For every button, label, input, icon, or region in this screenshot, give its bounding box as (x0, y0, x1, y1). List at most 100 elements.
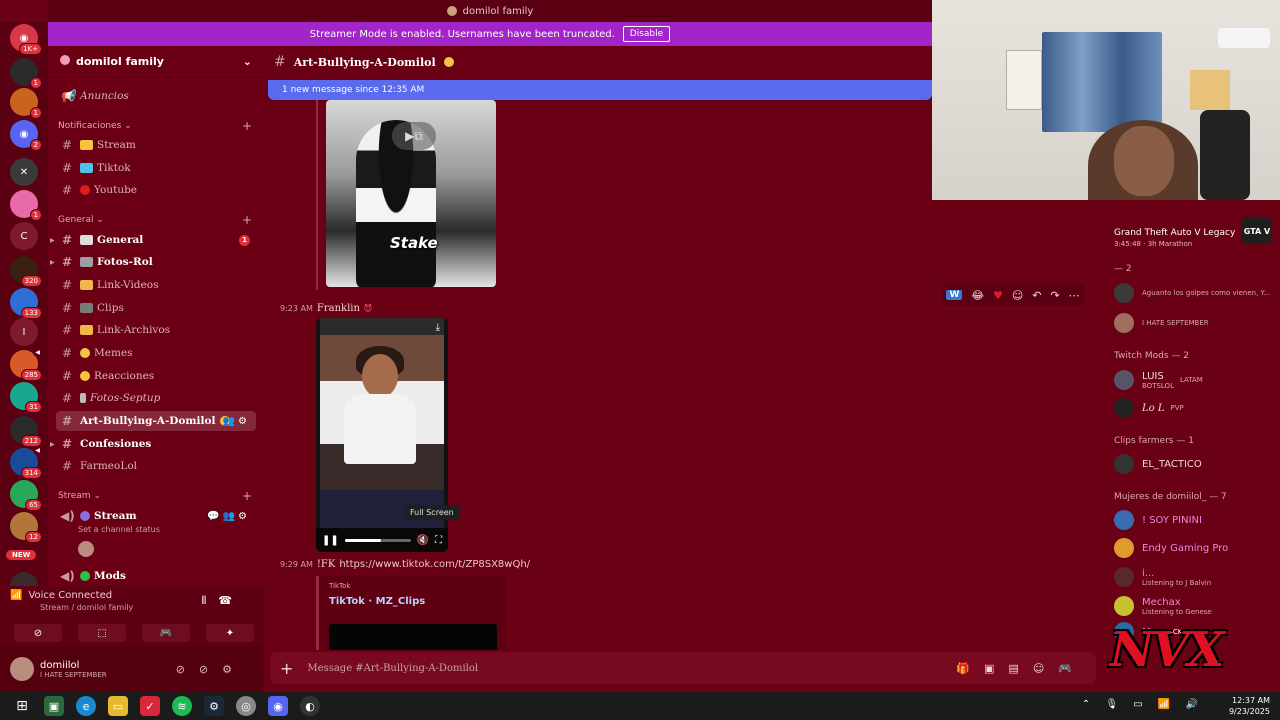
message-author[interactable]: !FK (317, 559, 335, 570)
mute-icon[interactable]: ⊘ (176, 663, 199, 676)
channel-tools[interactable]: 👥⚙ (223, 416, 250, 427)
server-icon[interactable]: 12 (10, 512, 42, 543)
settings-gear-icon[interactable]: ⚙ (222, 663, 246, 676)
channel-status-hint[interactable]: Set a channel status (78, 525, 160, 534)
screen-share-button[interactable]: ⬚ (78, 624, 126, 642)
word-icon[interactable]: W (946, 290, 963, 300)
channel-confesiones[interactable]: ▶ # Confesiones (50, 434, 256, 454)
discord-icon[interactable]: ◉ 2 (10, 120, 42, 151)
channel-anuncios[interactable]: 📢 Anuncios (56, 86, 256, 106)
embed-title[interactable]: TikTok · MZ_Clips (329, 596, 496, 607)
play-icon[interactable]: ▶⧉ (392, 122, 436, 150)
spotify-icon[interactable]: ≋ (172, 696, 192, 716)
channel-clips[interactable]: # Clips (56, 298, 256, 318)
channel-link-archivos[interactable]: # Link-Archivos (56, 320, 256, 340)
category-stream[interactable]: Stream ⌄ + (58, 489, 252, 503)
category-notificaciones[interactable]: Notificaciones ⌄ + (58, 119, 252, 133)
windows-start-icon[interactable]: ⊞ (12, 696, 32, 716)
member-item[interactable]: I HATE SEPTEMBER (1114, 312, 1278, 334)
add-reaction-icon[interactable]: ☺ (1012, 289, 1023, 302)
server-icon[interactable]: 212 (10, 416, 42, 447)
attach-plus-icon[interactable]: + (280, 659, 293, 678)
reply-icon[interactable]: ↶ (1032, 289, 1041, 302)
channel-tools[interactable]: 💬👥⚙ (207, 511, 250, 522)
message-image-attachment[interactable]: ▶⧉ Stake (326, 100, 496, 287)
add-channel-icon[interactable]: + (242, 489, 252, 503)
member-item[interactable]: LUIS BOTSLOL LATAM (1114, 369, 1278, 391)
member-item[interactable]: EL_TACTICO (1114, 453, 1278, 475)
server-icon[interactable]: I (10, 318, 38, 346)
message-author[interactable]: Franklin (317, 303, 360, 314)
file-explorer-icon[interactable]: ▭ (108, 696, 128, 716)
server-icon[interactable]: 1 (10, 190, 42, 221)
download-icon[interactable]: ⤓ (436, 322, 440, 333)
new-servers-pill[interactable]: NEW (6, 550, 37, 560)
member-item[interactable]: Mechax Listening to Genese (1114, 595, 1278, 617)
server-icon[interactable]: 133 (10, 288, 42, 319)
disable-streamer-mode-button[interactable]: Disable (622, 26, 671, 42)
member-item[interactable]: ! SOY PININI (1114, 509, 1278, 531)
channel-fotos-rol[interactable]: ▶ # Fotos-Rol (50, 252, 256, 272)
embed-thumbnail[interactable] (329, 624, 497, 650)
user-avatar[interactable] (10, 657, 34, 681)
member-item[interactable]: Lo L PVP (1114, 397, 1278, 419)
gif-icon[interactable]: ▣ (984, 662, 1008, 675)
fullscreen-icon[interactable]: ⛶ (435, 535, 442, 546)
taskbar-clock[interactable]: 12:37 AM 9/23/2025 (1229, 695, 1270, 717)
pause-icon[interactable]: ❚❚ (322, 535, 339, 546)
sticker-icon[interactable]: ▤ (1008, 662, 1032, 675)
heart-reaction-icon[interactable]: ♥ (993, 289, 1003, 302)
deafen-icon[interactable]: ⊘ (199, 663, 222, 676)
app-icon[interactable]: ✓ (140, 696, 160, 716)
channel-youtube[interactable]: # Youtube (56, 180, 256, 200)
channel-farmeolol[interactable]: # FarmeoLol (56, 456, 256, 476)
voice-user-avatar[interactable] (78, 541, 94, 557)
channel-fotos-septup[interactable]: # Fotos-Septup (56, 388, 256, 408)
category-general[interactable]: General ⌄ + (58, 213, 252, 227)
more-icon[interactable]: ⋯ (1068, 289, 1079, 302)
discord-home-icon[interactable]: ◉ 1K+ (10, 24, 42, 55)
member-item[interactable]: i... Listening to J Balvin (1114, 566, 1278, 588)
video-progress[interactable] (344, 538, 411, 542)
terminal-icon[interactable]: ▣ (44, 696, 64, 716)
channel-link-videos[interactable]: # Link-Videos (56, 275, 256, 295)
voice-channel-mods[interactable]: ◀) Mods (56, 566, 256, 586)
edge-icon[interactable]: e (76, 696, 96, 716)
channel-tiktok[interactable]: # Tiktok (56, 158, 256, 178)
server-icon[interactable]: 1 (10, 58, 42, 89)
server-icon[interactable]: ✕ (10, 158, 38, 186)
voice-channel-stream[interactable]: ◀) Stream 💬👥⚙ (56, 506, 256, 526)
server-icon[interactable]: ◀ 285 (10, 348, 42, 381)
channel-reacciones[interactable]: # Reacciones (56, 366, 256, 386)
add-channel-icon[interactable]: + (242, 213, 252, 227)
disconnect-icon[interactable]: ☎ (218, 594, 244, 607)
server-icon[interactable]: ◀ 314 (10, 446, 42, 479)
add-channel-icon[interactable]: + (242, 119, 252, 133)
noise-suppression-icon[interactable]: ⦀ (201, 594, 218, 607)
soundboard-button[interactable]: ✦ (206, 624, 254, 642)
server-icon[interactable]: 1 (10, 88, 42, 119)
gift-icon[interactable]: 🎁 (956, 662, 984, 675)
discord-taskbar-icon[interactable]: ◉ (268, 696, 288, 716)
channel-stream-notif[interactable]: # Stream (56, 135, 256, 155)
message-input[interactable] (307, 662, 957, 674)
obs-icon[interactable]: ◐ (300, 696, 320, 716)
activities-button[interactable]: 🎮 (142, 624, 190, 642)
channel-art-bullying-a-domilol[interactable]: # Art-Bullying-A-Domilol 👥⚙ (56, 411, 256, 431)
new-messages-bar[interactable]: 1 new message since 12:35 AM (268, 80, 932, 100)
emoji-picker-icon[interactable]: ☺ (1033, 662, 1058, 675)
guild-header[interactable]: domilol family ⌄ (48, 46, 264, 78)
member-item[interactable]: Endy Gaming Pro (1114, 537, 1278, 559)
channel-general[interactable]: ▶ # General 1 (50, 230, 256, 250)
server-icon[interactable]: 320 (10, 256, 42, 287)
laugh-reaction-icon[interactable]: 😂 (971, 289, 984, 302)
server-icon[interactable]: C (10, 222, 38, 250)
volume-mute-icon[interactable]: 🔇 (417, 535, 429, 546)
app-icon[interactable]: ◎ (236, 696, 256, 716)
system-tray[interactable]: ⌃ 🎙 ▭ 📶 🔊 (1082, 699, 1204, 710)
channel-memes[interactable]: # Memes (56, 343, 256, 363)
apps-icon[interactable]: 🎮 (1058, 662, 1086, 675)
server-icon[interactable]: 65 (10, 480, 42, 511)
member-item[interactable]: Aguanto los golpes como vienen, Y... (1114, 282, 1278, 304)
message-link[interactable]: https://www.tiktok.com/t/ZP8SX8wQh/ (339, 559, 530, 570)
